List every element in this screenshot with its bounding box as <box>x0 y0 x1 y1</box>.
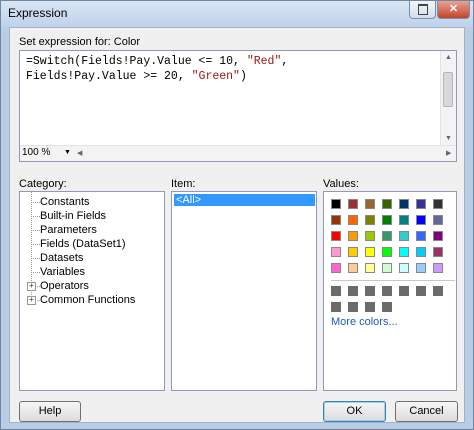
color-swatch[interactable] <box>365 231 375 241</box>
color-swatch[interactable] <box>382 215 392 225</box>
color-swatch[interactable] <box>331 263 341 273</box>
color-swatch[interactable] <box>331 215 341 225</box>
color-swatch[interactable] <box>382 263 392 273</box>
color-swatch[interactable] <box>348 247 358 257</box>
custom-color-swatch[interactable] <box>433 286 443 296</box>
close-icon: ✕ <box>448 3 459 15</box>
color-swatch[interactable] <box>348 215 358 225</box>
close-button[interactable]: ✕ <box>437 1 470 19</box>
custom-color-swatch[interactable] <box>331 302 341 312</box>
restore-icon <box>417 4 428 15</box>
color-swatch[interactable] <box>399 199 409 209</box>
code-line1-part2: , <box>281 55 289 68</box>
color-swatch[interactable] <box>348 199 358 209</box>
custom-color-swatch[interactable] <box>348 302 358 312</box>
color-swatch[interactable] <box>399 263 409 273</box>
custom-color-swatch[interactable] <box>416 286 426 296</box>
color-swatch[interactable] <box>399 247 409 257</box>
expression-code[interactable]: =Switch(Fields!Pay.Value <= 10, "Red", F… <box>26 54 288 84</box>
code-line2-string: "Green" <box>191 70 240 83</box>
category-item-operators[interactable]: Operators <box>40 279 89 293</box>
category-item-common-functions[interactable]: Common Functions <box>40 293 135 307</box>
code-line2-part1: Fields!Pay.Value >= 20, <box>26 70 192 83</box>
expand-operators-icon[interactable]: + <box>27 282 36 291</box>
color-swatch[interactable] <box>416 247 426 257</box>
category-item-fields[interactable]: Fields (DataSet1) <box>40 237 126 251</box>
cancel-button[interactable]: Cancel <box>395 401 458 422</box>
code-line2-part2: ) <box>239 70 247 83</box>
custom-color-swatch[interactable] <box>382 302 392 312</box>
color-swatch[interactable] <box>382 199 392 209</box>
color-swatch[interactable] <box>382 231 392 241</box>
item-list[interactable]: <All> <box>171 191 317 391</box>
scroll-up-icon[interactable]: ▲ <box>445 54 452 61</box>
zoom-select[interactable]: 100 % ▼ <box>22 147 72 159</box>
category-item-built-in-fields[interactable]: Built-in Fields <box>40 209 106 223</box>
expand-common-functions-icon[interactable]: + <box>27 296 36 305</box>
code-line1-part1: =Switch(Fields!Pay.Value <= 10, <box>26 55 247 68</box>
expression-dialog: Expression ✕ Set expression for: Color =… <box>0 0 474 430</box>
category-item-parameters[interactable]: Parameters <box>40 223 97 237</box>
color-swatch[interactable] <box>399 215 409 225</box>
chevron-down-icon: ▼ <box>64 149 71 156</box>
dialog-body: Set expression for: Color =Switch(Fields… <box>9 27 465 423</box>
category-item-constants[interactable]: Constants <box>40 195 90 209</box>
scroll-thumb[interactable] <box>443 72 453 107</box>
code-line1-string: "Red" <box>246 55 282 68</box>
category-item-datasets[interactable]: Datasets <box>40 251 83 265</box>
ok-button[interactable]: OK <box>323 401 386 422</box>
category-tree[interactable]: Constants Built-in Fields Parameters Fie… <box>19 191 165 391</box>
color-swatch[interactable] <box>365 215 375 225</box>
title-bar: Expression ✕ <box>1 1 473 27</box>
window-title: Expression <box>8 6 68 20</box>
color-swatch[interactable] <box>416 215 426 225</box>
category-item-variables[interactable]: Variables <box>40 265 85 279</box>
color-swatch[interactable] <box>416 231 426 241</box>
color-swatch[interactable] <box>433 231 443 241</box>
color-swatch[interactable] <box>331 199 341 209</box>
color-swatch[interactable] <box>433 263 443 273</box>
color-swatch[interactable] <box>433 215 443 225</box>
custom-color-swatch[interactable] <box>365 286 375 296</box>
restore-button[interactable] <box>409 1 436 19</box>
custom-color-swatch[interactable] <box>382 286 392 296</box>
editor-vertical-scrollbar[interactable]: ▲ ▼ <box>440 51 456 146</box>
help-button[interactable]: Help <box>19 401 81 422</box>
editor-bottom-bar: 100 % ▼ ◀ ▶ <box>20 145 456 161</box>
swatch-divider <box>331 280 455 281</box>
color-swatch[interactable] <box>348 231 358 241</box>
color-swatch[interactable] <box>365 263 375 273</box>
color-swatch[interactable] <box>382 247 392 257</box>
custom-color-swatch[interactable] <box>365 302 375 312</box>
item-label: Item: <box>171 178 196 190</box>
scroll-left-icon[interactable]: ◀ <box>77 149 82 157</box>
values-panel: More colors... <box>323 191 457 391</box>
scroll-right-icon[interactable]: ▶ <box>446 149 451 157</box>
color-swatch[interactable] <box>331 231 341 241</box>
color-swatch[interactable] <box>433 199 443 209</box>
color-swatch[interactable] <box>348 263 358 273</box>
custom-color-swatch[interactable] <box>331 286 341 296</box>
values-label: Values: <box>323 178 359 190</box>
category-label: Category: <box>19 178 67 190</box>
zoom-value: 100 % <box>22 147 51 158</box>
color-swatch[interactable] <box>399 231 409 241</box>
color-swatch[interactable] <box>331 247 341 257</box>
custom-color-swatch[interactable] <box>348 286 358 296</box>
color-swatch[interactable] <box>365 247 375 257</box>
custom-color-swatch[interactable] <box>399 286 409 296</box>
item-all[interactable]: <All> <box>174 194 315 206</box>
color-swatch[interactable] <box>416 263 426 273</box>
expression-label: Set expression for: Color <box>19 36 141 48</box>
more-colors-link[interactable]: More colors... <box>331 316 398 328</box>
expression-editor[interactable]: =Switch(Fields!Pay.Value <= 10, "Red", F… <box>19 50 457 162</box>
color-swatch[interactable] <box>433 247 443 257</box>
scroll-down-icon[interactable]: ▼ <box>445 135 452 142</box>
color-swatch[interactable] <box>416 199 426 209</box>
color-swatch[interactable] <box>365 199 375 209</box>
